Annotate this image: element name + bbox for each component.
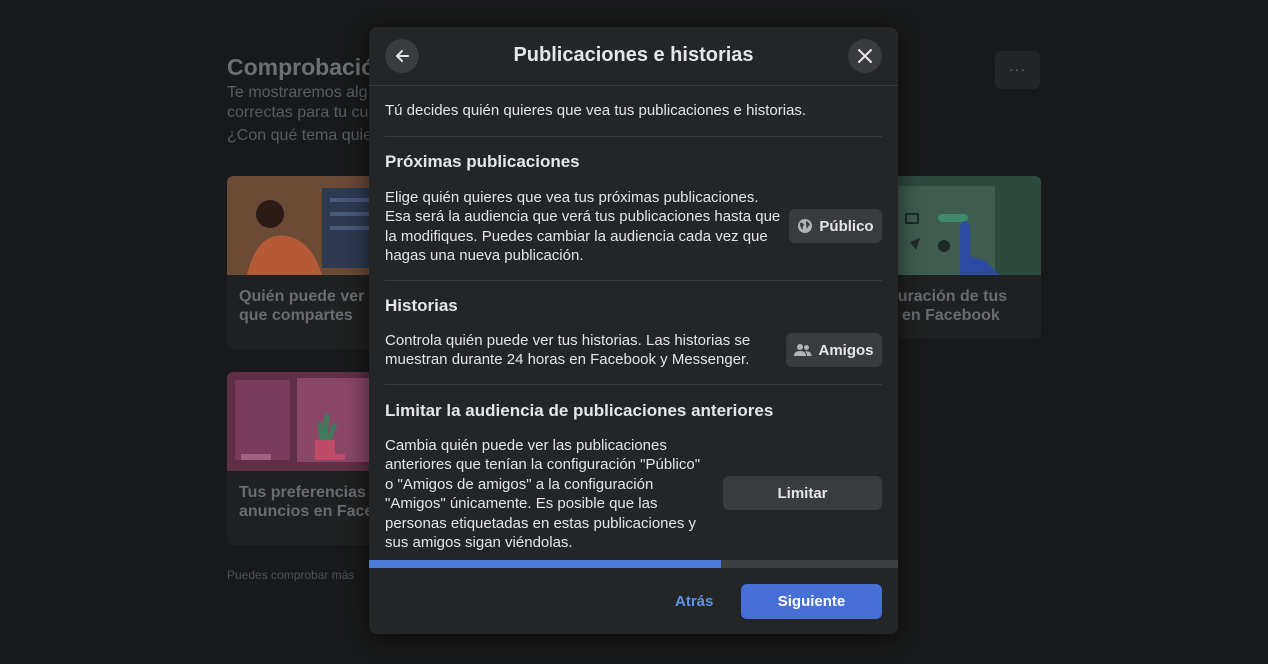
dialog-title: Publicaciones e historias	[513, 44, 754, 66]
card-caption-line: Tus preferencias	[239, 484, 366, 501]
plant-illustration-icon	[235, 378, 369, 462]
progress-bar-fill	[369, 560, 721, 568]
section-title-limit-past-posts: Limitar la audiencia de publicaciones an…	[385, 401, 774, 420]
card-caption-line: guración de tus	[888, 288, 1008, 305]
person-illustration-icon	[247, 188, 387, 275]
text-line: anteriores que tenían la configuración "…	[385, 456, 701, 474]
page-subtitle-line: Te mostraremos alg	[227, 84, 368, 101]
close-button[interactable]	[848, 39, 882, 73]
page-subtitle-line: correctas para tu cu	[227, 104, 369, 121]
hand-illustration-icon	[890, 186, 1000, 275]
dialog-footer: Atrás Siguiente	[369, 568, 898, 634]
audience-friends-label: Amigos	[818, 341, 874, 359]
section-text-stories: Controla quién puede ver tus historias. …	[385, 331, 775, 370]
section-text-upcoming-posts: Elige quién quieres que vea tus próximas…	[385, 188, 785, 266]
posts-and-stories-dialog: Publicaciones e historias Tú decides qui…	[369, 27, 898, 634]
text-line: "Amigos" únicamente. Es posible que las	[385, 495, 658, 513]
text-line: la modifiques. Puedes cambiar la audienc…	[385, 227, 768, 245]
audience-public-button[interactable]: Público	[789, 209, 882, 243]
card-caption-line: en Facebook	[902, 307, 1000, 324]
progress-bar	[369, 560, 898, 568]
limit-past-posts-label: Limitar	[777, 484, 828, 502]
divider	[385, 280, 882, 281]
page-title: Comprobació	[227, 54, 376, 80]
dialog-header: Publicaciones e historias	[369, 27, 898, 86]
more-options-button[interactable]: ···	[995, 51, 1040, 89]
card-illustration	[880, 176, 1041, 275]
divider	[385, 136, 882, 137]
text-line: muestran durante 24 horas en Facebook y …	[385, 351, 750, 369]
section-title-stories: Historias	[385, 296, 458, 315]
card-illustration	[227, 372, 387, 471]
card-caption-line: que compartes	[239, 307, 353, 324]
text-line: o "Amigos de amigos" a la configuración	[385, 475, 654, 493]
audience-friends-button[interactable]: Amigos	[786, 333, 882, 367]
text-line: hagas una nueva publicación.	[385, 247, 584, 265]
page-subtitle-line: ¿Con qué tema quie	[227, 127, 372, 144]
close-icon	[858, 49, 872, 63]
divider	[385, 384, 882, 385]
checkup-card-ads[interactable]: Tus preferencias anuncios en Face	[227, 372, 387, 545]
back-button[interactable]: Atrás	[675, 593, 713, 610]
audience-public-label: Público	[819, 217, 874, 235]
card-caption-line: anuncios en Face	[239, 503, 374, 520]
text-line: sus amigos sigan viéndolas.	[385, 534, 573, 552]
checkup-card-privacy[interactable]: Quién puede ver l que compartes	[227, 176, 387, 349]
checkup-card-settings[interactable]: guración de tus en Facebook	[880, 176, 1041, 339]
section-title-upcoming-posts: Próximas publicaciones	[385, 152, 580, 171]
dialog-intro: Tú decides quién quieres que vea tus pub…	[385, 102, 807, 119]
limit-past-posts-button[interactable]: Limitar	[723, 476, 882, 510]
card-caption-line: Quién puede ver l	[239, 288, 374, 305]
globe-icon	[798, 219, 813, 233]
friends-icon	[794, 344, 812, 356]
text-line: Elige quién quieres que vea tus próximas…	[385, 189, 759, 206]
text-line: Cambia quién puede ver las publicaciones	[385, 437, 667, 454]
text-line: Esa será la audiencia que verá tus publi…	[385, 208, 781, 226]
text-line: Controla quién puede ver tus historias. …	[385, 332, 751, 349]
next-button[interactable]: Siguiente	[741, 584, 882, 619]
text-line: personas etiquetadas en estas publicacio…	[385, 514, 697, 532]
card-illustration	[227, 176, 387, 275]
section-text-limit-past-posts: Cambia quién puede ver las publicaciones…	[385, 436, 715, 552]
page-footnote: Puedes comprobar más	[227, 568, 355, 582]
